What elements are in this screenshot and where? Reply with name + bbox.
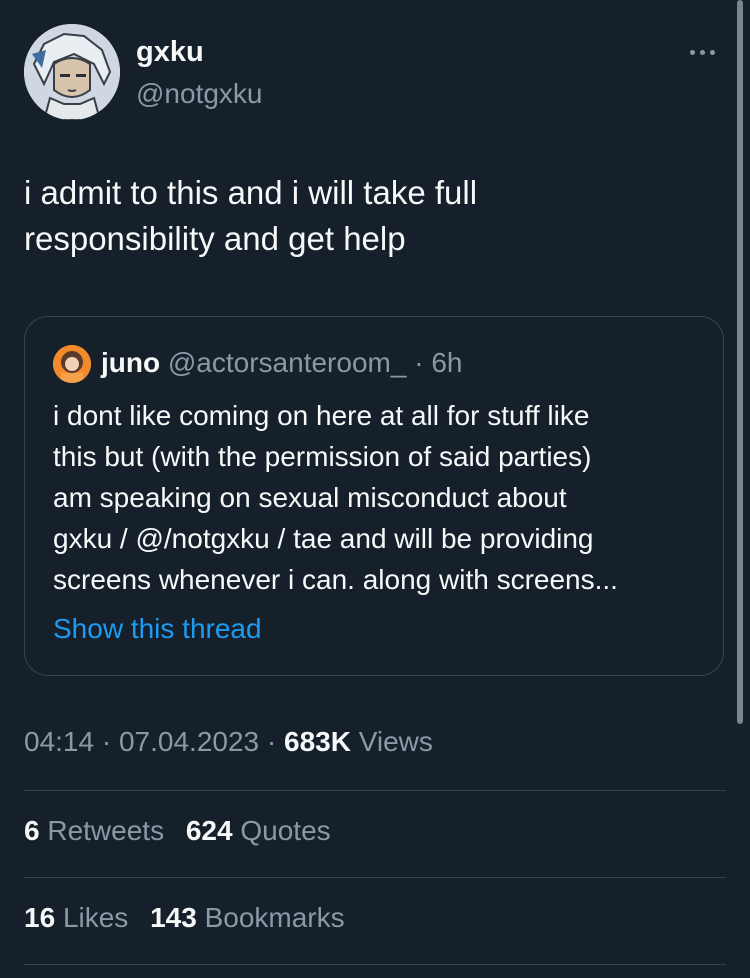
- dot: [709, 49, 715, 55]
- tweet-text: i admit to this and i will take full res…: [24, 174, 478, 257]
- scrollbar[interactable]: [737, 0, 743, 724]
- tweet-date[interactable]: 07.04.2023: [119, 726, 259, 757]
- quotes-count: 624: [185, 815, 233, 846]
- likes-label: Likes: [62, 902, 129, 933]
- retweets-label: Retweets: [47, 815, 165, 846]
- quotes-stat[interactable]: 624 Quotes: [186, 815, 331, 846]
- tweet-meta: 04:14 · 07.04.2023 · 683K Views: [24, 726, 433, 758]
- quoted-tweet-header: juno @actorsanteroom_ · 6h: [101, 347, 462, 379]
- quotes-label: Quotes: [240, 815, 331, 846]
- quoted-tweet-text: i dont like coming on here at all for st…: [53, 400, 618, 595]
- retweets-count: 6: [24, 815, 40, 846]
- author-name[interactable]: gxku: [136, 36, 204, 69]
- bookmarks-stat[interactable]: 143 Bookmarks: [150, 902, 345, 933]
- views-count: 683K: [284, 726, 351, 757]
- author-avatar[interactable]: [24, 24, 120, 120]
- bookmarks-count: 143: [150, 902, 197, 933]
- meta-separator: ·: [266, 726, 277, 757]
- more-options-icon[interactable]: [682, 40, 722, 64]
- quoted-author-name[interactable]: juno: [101, 347, 160, 378]
- bookmarks-label: Bookmarks: [204, 902, 345, 933]
- avatar-illustration: [24, 24, 120, 120]
- meta-separator: ·: [101, 726, 112, 757]
- stats-row-engagement: 6 Retweets 624 Quotes: [24, 815, 345, 847]
- likes-count: 16: [24, 902, 56, 933]
- quoted-tweet-card[interactable]: juno @actorsanteroom_ · 6h i dont like c…: [24, 316, 724, 676]
- quoted-author-handle[interactable]: @actorsanteroom_: [168, 347, 407, 378]
- dot: [699, 49, 705, 55]
- stats-row-likes: 16 Likes 143 Bookmarks: [24, 902, 359, 934]
- author-handle[interactable]: @notgxku: [136, 78, 263, 110]
- header-separator: ·: [414, 347, 424, 378]
- show-thread-link[interactable]: Show this thread: [53, 613, 262, 645]
- quoted-avatar-illustration: [53, 345, 91, 383]
- quoted-tweet-time[interactable]: 6h: [431, 347, 462, 378]
- tweet-time[interactable]: 04:14: [24, 726, 94, 757]
- views-label: Views: [358, 726, 433, 757]
- quoted-author-avatar[interactable]: [53, 345, 91, 383]
- dot: [689, 49, 695, 55]
- divider: [24, 877, 726, 878]
- divider: [24, 790, 726, 791]
- likes-stat[interactable]: 16 Likes: [24, 902, 128, 933]
- divider: [24, 964, 726, 965]
- retweets-stat[interactable]: 6 Retweets: [24, 815, 164, 846]
